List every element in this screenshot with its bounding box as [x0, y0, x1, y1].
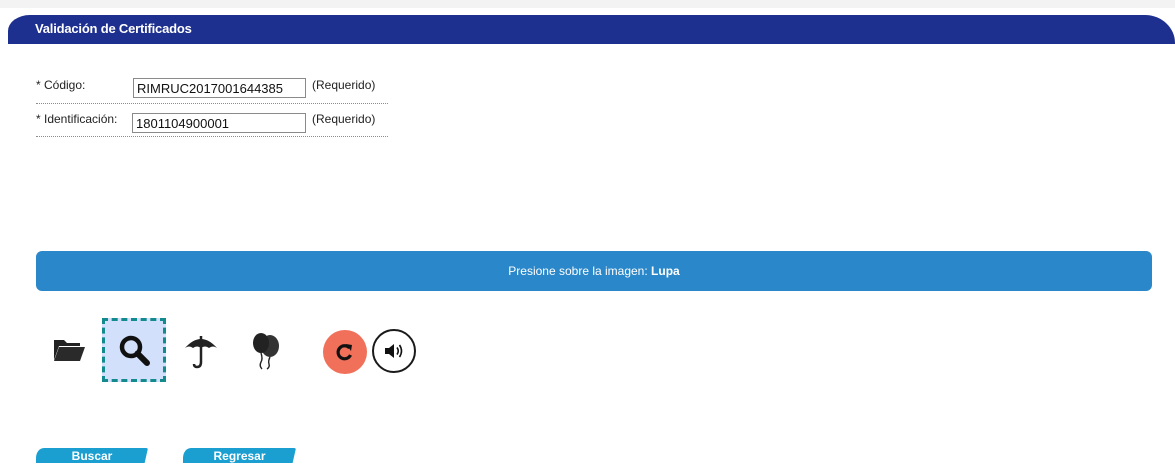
refresh-captcha-button[interactable]: [323, 330, 367, 374]
magnifier-icon[interactable]: [118, 334, 152, 368]
identificacion-required-note: (Requerido): [312, 112, 376, 126]
codigo-required-note: (Requerido): [312, 78, 376, 92]
balloons-icon[interactable]: [249, 332, 283, 370]
regresar-button[interactable]: Regresar: [183, 448, 296, 463]
umbrella-icon[interactable]: [184, 333, 218, 369]
audio-captcha-button[interactable]: [372, 329, 416, 373]
captcha-instruction-target: Lupa: [651, 264, 680, 278]
identificacion-label: * Identificación:: [36, 112, 118, 126]
captcha-instruction-prefix: Presione sobre la imagen:: [508, 264, 648, 278]
codigo-input[interactable]: RIMRUC2017001644385: [133, 78, 306, 98]
refresh-icon: [336, 344, 352, 361]
buscar-button[interactable]: Buscar: [36, 448, 148, 463]
top-strip: [0, 0, 1175, 8]
identificacion-input[interactable]: 1801104900001: [132, 113, 306, 133]
codigo-row: * Código: RIMRUC2017001644385 (Requerido…: [36, 72, 388, 104]
title-bar: Validación de Certificados: [8, 15, 1175, 44]
identificacion-row: * Identificación: 1801104900001 (Requeri…: [36, 105, 388, 137]
codigo-label: * Código:: [36, 78, 86, 92]
speaker-icon: [385, 344, 403, 358]
captcha-instruction-banner: Presione sobre la imagen: Lupa: [36, 251, 1152, 291]
folder-icon[interactable]: [52, 338, 86, 362]
page-title: Validación de Certificados: [35, 21, 192, 36]
